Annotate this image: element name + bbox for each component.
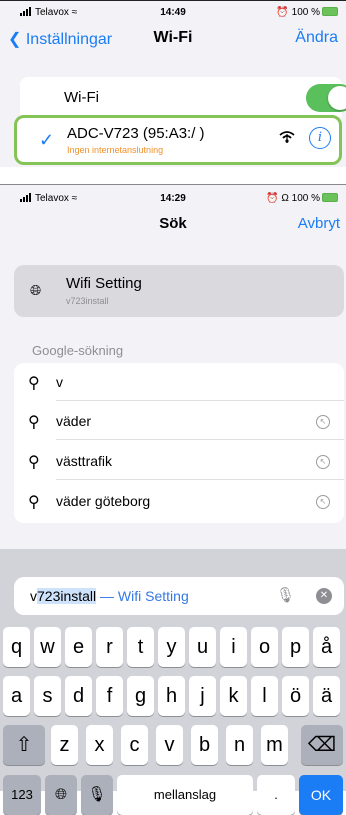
suggestion-text: v (56, 374, 63, 390)
info-button[interactable]: i (309, 127, 331, 149)
alarm-icon: ⏰ (276, 7, 289, 18)
alarm-icon: ⏰ (266, 193, 279, 204)
key-e[interactable]: e (65, 627, 92, 667)
search-text: v723install — Wifi Setting (30, 588, 189, 604)
globe-icon: 🌐︎ (30, 282, 42, 298)
key-k[interactable]: k (220, 676, 247, 716)
top-hit-result[interactable]: 🌐︎ Wifi Setting v723install (14, 265, 344, 317)
top-hit-title: Wifi Setting (66, 275, 142, 292)
suggestion-text: västtrafik (56, 453, 113, 469)
suggestion-text: väder göteborg (56, 493, 151, 509)
battery-status: ⏰ Ω 100 % (266, 193, 338, 204)
key-å[interactable]: å (313, 627, 340, 667)
section-heading: Google-sökning (32, 343, 124, 358)
key-c[interactable]: c (121, 725, 148, 765)
navigation-bar: Sök Avbryt (0, 209, 346, 239)
navigation-bar: ❮ Inställningar Wi-Fi Ändra (0, 21, 346, 57)
search-icon: ⚲ (28, 414, 40, 431)
autocomplete-selection: 723install (37, 588, 97, 604)
space-key[interactable]: mellanslag (117, 775, 253, 815)
wifi-toggle-label: Wi-Fi (64, 89, 99, 106)
network-name: ADC-V723 (95:A3:/ ) (67, 125, 205, 142)
cancel-button[interactable]: Avbryt (298, 215, 340, 232)
key-m[interactable]: m (261, 725, 288, 765)
fill-arrow-icon[interactable]: ↖ (316, 495, 330, 509)
search-icon: ⚲ (28, 375, 40, 392)
key-d[interactable]: d (65, 676, 92, 716)
row-divider (56, 439, 344, 440)
search-screenshot: Telavox ≈ 14:29 ⏰ Ω 100 % Sök Avbryt 🌐︎ … (0, 184, 346, 815)
battery-status: ⏰ 100 % (276, 7, 338, 18)
key-r[interactable]: r (96, 627, 123, 667)
row-divider (56, 400, 344, 401)
microphone-icon: 🎙︎ (87, 786, 107, 803)
battery-icon (322, 7, 338, 16)
toggle-knob (328, 86, 346, 110)
microphone-icon[interactable]: 🎙︎ (276, 586, 295, 604)
fill-arrow-icon[interactable]: ↖ (316, 455, 330, 469)
key-n[interactable]: n (226, 725, 253, 765)
key-f[interactable]: f (96, 676, 123, 716)
key-u[interactable]: u (189, 627, 216, 667)
top-hit-subtitle: v723install (66, 296, 109, 306)
key-ö[interactable]: ö (282, 676, 309, 716)
status-bar: Telavox ≈ 14:29 ⏰ Ω 100 % (0, 187, 346, 209)
key-g[interactable]: g (127, 676, 154, 716)
ok-key[interactable]: OK (299, 775, 343, 815)
key-ä[interactable]: ä (313, 676, 340, 716)
globe-key[interactable]: 🌐︎ (45, 775, 77, 815)
checkmark-icon: ✓ (39, 130, 55, 150)
connected-network-row[interactable]: ✓ ADC-V723 (95:A3:/ ) Ingen internetansl… (14, 115, 342, 165)
battery-label: 100 % (291, 193, 320, 204)
key-h[interactable]: h (158, 676, 185, 716)
typed-text: v (30, 588, 37, 604)
globe-icon: 🌐︎ (54, 786, 67, 803)
backspace-key[interactable]: ⌫ (301, 725, 343, 765)
row-divider (56, 479, 344, 480)
key-i[interactable]: i (220, 627, 247, 667)
key-a[interactable]: a (3, 676, 30, 716)
suggestion-item[interactable]: ⚲ väder ↖ (14, 402, 344, 440)
wifi-toggle[interactable] (306, 84, 346, 112)
key-v[interactable]: v (156, 725, 183, 765)
search-icon: ⚲ (28, 494, 40, 511)
key-j[interactable]: j (189, 676, 216, 716)
battery-label: 100 % (291, 7, 320, 18)
battery-icon (322, 193, 338, 202)
numbers-key[interactable]: 123 (3, 775, 41, 815)
period-key[interactable]: . (257, 775, 295, 815)
suggestion-item[interactable]: ⚲ v (14, 363, 344, 401)
key-q[interactable]: q (3, 627, 30, 667)
dictation-key[interactable]: 🎙︎ (81, 775, 113, 815)
search-input[interactable]: v723install — Wifi Setting 🎙︎ ✕ (14, 577, 344, 615)
key-x[interactable]: x (86, 725, 113, 765)
suggestion-item[interactable]: ⚲ väder göteborg ↖ (14, 482, 344, 520)
key-b[interactable]: b (191, 725, 218, 765)
key-y[interactable]: y (158, 627, 185, 667)
page-title: Wi-Fi (153, 29, 193, 46)
network-status: Ingen internetanslutning (67, 145, 164, 155)
edit-button[interactable]: Ändra (295, 29, 338, 47)
page-title: Sök (159, 215, 187, 232)
fill-arrow-icon[interactable]: ↖ (316, 415, 330, 429)
suggestions-list: ⚲ v ⚲ väder ↖ ⚲ västtrafik ↖ ⚲ väder göt… (14, 363, 344, 523)
suggestion-item[interactable]: ⚲ västtrafik ↖ (14, 442, 344, 480)
key-w[interactable]: w (34, 627, 61, 667)
shift-key[interactable]: ⇧ (3, 725, 45, 765)
status-bar: Telavox ≈ 14:49 ⏰ 100 % (0, 1, 346, 23)
key-l[interactable]: l (251, 676, 278, 716)
key-p[interactable]: p (282, 627, 309, 667)
wifi-signal-icon (279, 130, 295, 147)
headphones-icon: Ω (281, 193, 289, 204)
key-o[interactable]: o (251, 627, 278, 667)
autocomplete-hint: — Wifi Setting (96, 588, 189, 604)
key-s[interactable]: s (34, 676, 61, 716)
wifi-settings-screenshot: Telavox ≈ 14:49 ⏰ 100 % ❮ Inställningar … (0, 0, 346, 167)
key-z[interactable]: z (51, 725, 78, 765)
key-t[interactable]: t (127, 627, 154, 667)
search-icon: ⚲ (28, 454, 40, 471)
wifi-toggle-row: Wi-Fi (20, 77, 346, 117)
clear-icon[interactable]: ✕ (316, 588, 332, 604)
suggestion-text: väder (56, 413, 92, 429)
